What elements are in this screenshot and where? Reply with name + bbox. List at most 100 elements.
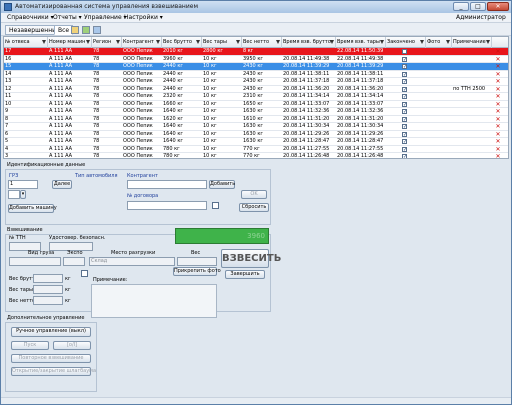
table-row[interactable]: 3 А 111 АА 78 ООО Пепик 780 кг 10 кг 770 кг 20.… (4, 153, 508, 159)
expo-checkbox[interactable] (81, 270, 88, 277)
column-header[interactable]: Вес тары (202, 37, 242, 48)
weigh-button[interactable]: ВЗВЕСИТЬ (221, 249, 281, 268)
done-checkbox[interactable]: ✓ (402, 154, 407, 158)
manual-control-button[interactable]: Ручное управление (выкл) (11, 327, 91, 337)
column-header[interactable]: Регион (92, 37, 122, 48)
column-header[interactable]: Контрагент (122, 37, 162, 48)
table-row[interactable]: 4 А 111 АА 78 ООО Пепик 780 кг 10 кг 770 кг 20.… (4, 146, 508, 153)
delete-icon[interactable]: ✕ (495, 116, 501, 123)
table-cell-time-tare: 22.08.14 11:50:39 (337, 48, 384, 54)
done-checkbox[interactable]: ✓ (402, 139, 407, 145)
table-row[interactable]: 17 А 111 АА 78 ООО Пепик 2010 кг 2800 кг 8 кг 2… (4, 48, 508, 56)
column-header[interactable]: Вес нетто (242, 37, 282, 48)
table-row[interactable]: 9 А 111 АА 78 ООО Пепик 1640 кг 10 кг 1630 кг 2… (4, 108, 508, 116)
column-header[interactable]: № отвеса (4, 37, 48, 48)
delete-icon[interactable]: ✕ (495, 71, 501, 78)
delete-icon[interactable]: ✕ (495, 108, 501, 115)
table-cell-time-tare: 20.08.14 11:26:48 (337, 153, 384, 159)
weight-input[interactable] (177, 257, 217, 266)
export-icon[interactable] (82, 26, 90, 34)
done-checkbox[interactable]: ✓ (402, 116, 407, 122)
done-checkbox[interactable]: ✓ (402, 94, 407, 100)
menu-settings[interactable]: Настройки ▾ (124, 14, 163, 21)
region-dropdown-button[interactable]: ▾ (20, 190, 26, 199)
table-row[interactable]: 6 А 111 АА 78 ООО Пепик 1640 кг 10 кг 1630 кг 2… (4, 131, 508, 138)
delete-icon[interactable]: ✕ (495, 153, 501, 158)
unload-select[interactable]: Склад (89, 257, 175, 266)
region-input[interactable] (8, 190, 20, 199)
done-checkbox[interactable]: ✓ (402, 146, 407, 152)
ok-button[interactable]: OK (241, 190, 267, 199)
start-button[interactable]: Пуск (11, 341, 49, 350)
tare-input[interactable] (33, 285, 63, 294)
done-checkbox[interactable]: ✓ (402, 79, 407, 85)
table-row[interactable]: 13 А 111 АА 78 ООО Пепик 2440 кг 10 кг 2430 кг… (4, 78, 508, 86)
net-input[interactable] (33, 296, 63, 305)
table-row[interactable]: 15 А 111 АА 78 ООО Пепик 2440 кг 10 кг 2430 кг… (4, 63, 508, 71)
reset-button[interactable]: Сбросить (239, 203, 269, 212)
table-row[interactable]: 14 А 111 АА 78 ООО Пепик 2440 кг 10 кг 2430 кг… (4, 71, 508, 78)
cargo-type-select[interactable] (9, 257, 61, 266)
delete-icon[interactable]: ✕ (495, 63, 501, 70)
table-row[interactable]: 10 А 111 АА 78 ООО Пепик 1660 кг 10 кг 1650 кг… (4, 101, 508, 108)
gross-input[interactable] (33, 274, 63, 283)
attach-photo-button[interactable]: Прикрепить фото (173, 267, 221, 276)
folder-icon[interactable] (71, 26, 79, 34)
done-checkbox[interactable]: ✓ (402, 131, 407, 137)
delete-icon[interactable]: ✕ (495, 123, 501, 130)
delete-icon[interactable]: ✕ (495, 78, 501, 85)
done-checkbox[interactable]: ✓ (402, 109, 407, 115)
delete-icon[interactable]: ✕ (495, 56, 501, 63)
delete-icon[interactable]: ✕ (495, 138, 501, 145)
done-checkbox[interactable]: ✓ (402, 101, 407, 107)
table-cell-num: 7 (5, 123, 9, 129)
menu-control[interactable]: Управление ▾ (84, 14, 127, 21)
io-button[interactable]: [o/I] (53, 341, 91, 350)
table-row[interactable]: 11 А 111 АА 78 ООО Пепик 2320 кг 10 кг 2310 кг… (4, 93, 508, 101)
column-header[interactable]: Закончено (386, 37, 426, 48)
add-contractor-button[interactable]: Добавить (209, 180, 235, 189)
reweigh-button[interactable]: Повторное взвешивание (11, 354, 91, 363)
delete-icon[interactable]: ✕ (495, 146, 501, 153)
delete-icon[interactable]: ✕ (495, 48, 501, 55)
user-name[interactable]: Администратор (456, 14, 506, 21)
column-header[interactable]: Номер машин (48, 37, 92, 48)
done-checkbox[interactable]: ✓ (402, 86, 407, 92)
print-icon[interactable] (93, 26, 101, 34)
menu-reports[interactable]: Отчеты ▾ (53, 14, 82, 21)
delete-icon[interactable]: ✕ (495, 86, 501, 93)
delete-icon[interactable]: ✕ (495, 101, 501, 108)
next-button[interactable]: Далее (52, 180, 72, 189)
table-row[interactable]: 5 А 111 АА 78 ООО Пепик 1640 кг 10 кг 1630 кг 2… (4, 138, 508, 146)
menu-directories[interactable]: Справочники ▾ (7, 14, 54, 21)
close-button[interactable]: ✕ (487, 2, 509, 11)
done-checkbox[interactable] (402, 49, 407, 54)
column-header[interactable]: Фото (426, 37, 452, 48)
table-row[interactable]: 8 А 111 АА 78 ООО Пепик 1620 кг 10 кг 1610 кг 2… (4, 116, 508, 123)
minimize-button[interactable]: _ (453, 2, 469, 11)
barrier-button[interactable]: Открытие/закрытие шлагбаума (11, 367, 96, 376)
table-row[interactable]: 12 А 111 АА 78 ООО Пепик 2440 кг 10 кг 2430 кг… (4, 86, 508, 93)
done-checkbox[interactable]: ✓ (402, 64, 407, 70)
column-header[interactable]: Время взв. тары (336, 37, 386, 48)
contract-checkbox[interactable] (212, 202, 219, 209)
expo-select[interactable] (63, 257, 85, 266)
done-checkbox[interactable]: ✓ (402, 71, 407, 77)
contract-input[interactable] (127, 201, 207, 210)
table-row[interactable]: 16 А 111 АА 78 ООО Пепик 3960 кг 10 кг 3950 кг… (4, 56, 508, 63)
weighings-table[interactable]: № отвеса Номер машин Регион Контрагент В… (3, 36, 509, 159)
done-checkbox[interactable]: ✓ (402, 56, 407, 62)
done-checkbox[interactable]: ✓ (402, 124, 407, 130)
plate-input[interactable]: 1 (8, 180, 38, 189)
column-header[interactable]: Время взв. брутто (282, 37, 336, 48)
add-vehicle-button[interactable]: Добавить машину (8, 204, 57, 213)
finish-button[interactable]: Завершить (225, 270, 265, 279)
column-header[interactable]: Примечание (452, 37, 492, 48)
contractor-input[interactable] (127, 180, 207, 189)
column-header[interactable]: Вес брутто (162, 37, 202, 48)
table-row[interactable]: 7 А 111 АА 78 ООО Пепик 1640 кг 10 кг 1630 кг 2… (4, 123, 508, 131)
note-textarea[interactable] (91, 284, 217, 318)
delete-icon[interactable]: ✕ (495, 93, 501, 100)
maximize-button[interactable]: □ (470, 2, 486, 11)
delete-icon[interactable]: ✕ (495, 131, 501, 138)
